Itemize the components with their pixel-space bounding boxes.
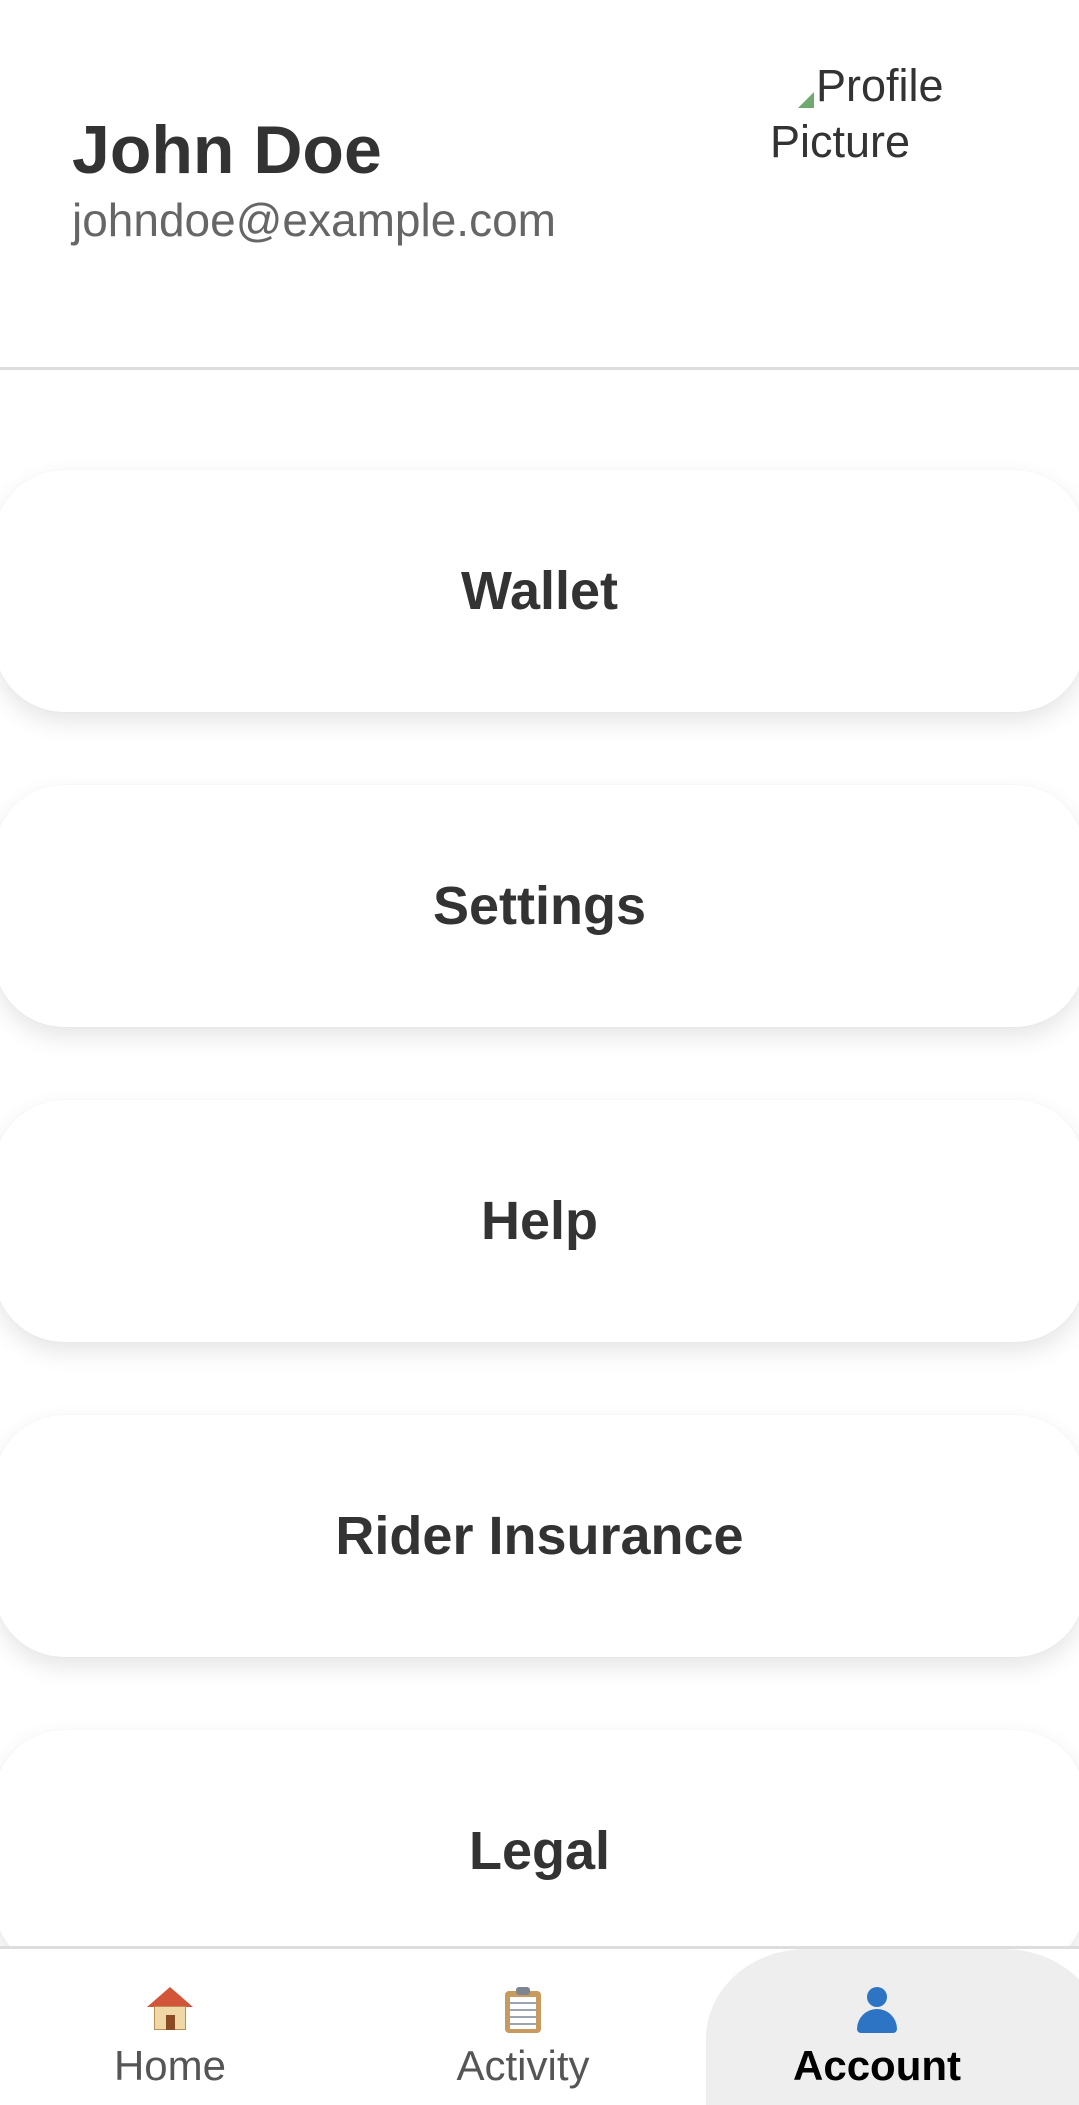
avatar-alt-text: Profile Picture [770, 60, 944, 167]
user-icon [650, 1987, 1079, 2043]
settings-label: Settings [432, 876, 647, 936]
nav-account-label: Account [793, 2042, 961, 2089]
profile-header: John Doe johndoe@example.com Profile Pic… [0, 0, 1079, 370]
clipboard-icon [373, 1987, 673, 2043]
avatar[interactable]: Profile Picture [770, 58, 970, 258]
nav-tab-account[interactable]: Account [706, 1949, 1079, 2105]
rider-insurance-label: Rider Insurance [335, 1506, 744, 1566]
house-icon [20, 1987, 320, 2041]
user-email: johndoe@example.com [72, 194, 556, 246]
legal-label: Legal [468, 1821, 611, 1881]
wallet-button[interactable]: Wallet [0, 470, 1079, 712]
nav-tab-activity[interactable]: Activity [373, 1949, 673, 2105]
help-button[interactable]: Help [0, 1100, 1079, 1342]
account-menu: Wallet Settings Help Rider Insurance Leg… [0, 370, 1079, 1948]
legal-button[interactable]: Legal [0, 1730, 1079, 1948]
account-screen: John Doe johndoe@example.com Profile Pic… [0, 0, 1079, 2105]
help-label: Help [480, 1191, 599, 1251]
wallet-label: Wallet [460, 561, 619, 621]
bottom-navigation: Home Activity Account [0, 1946, 1079, 2105]
settings-button[interactable]: Settings [0, 785, 1079, 1027]
rider-insurance-button[interactable]: Rider Insurance [0, 1415, 1079, 1657]
nav-activity-label: Activity [456, 2042, 590, 2089]
nav-home-label: Home [113, 2042, 227, 2089]
user-name: John Doe [72, 112, 382, 188]
nav-tab-home[interactable]: Home [20, 1949, 320, 2105]
